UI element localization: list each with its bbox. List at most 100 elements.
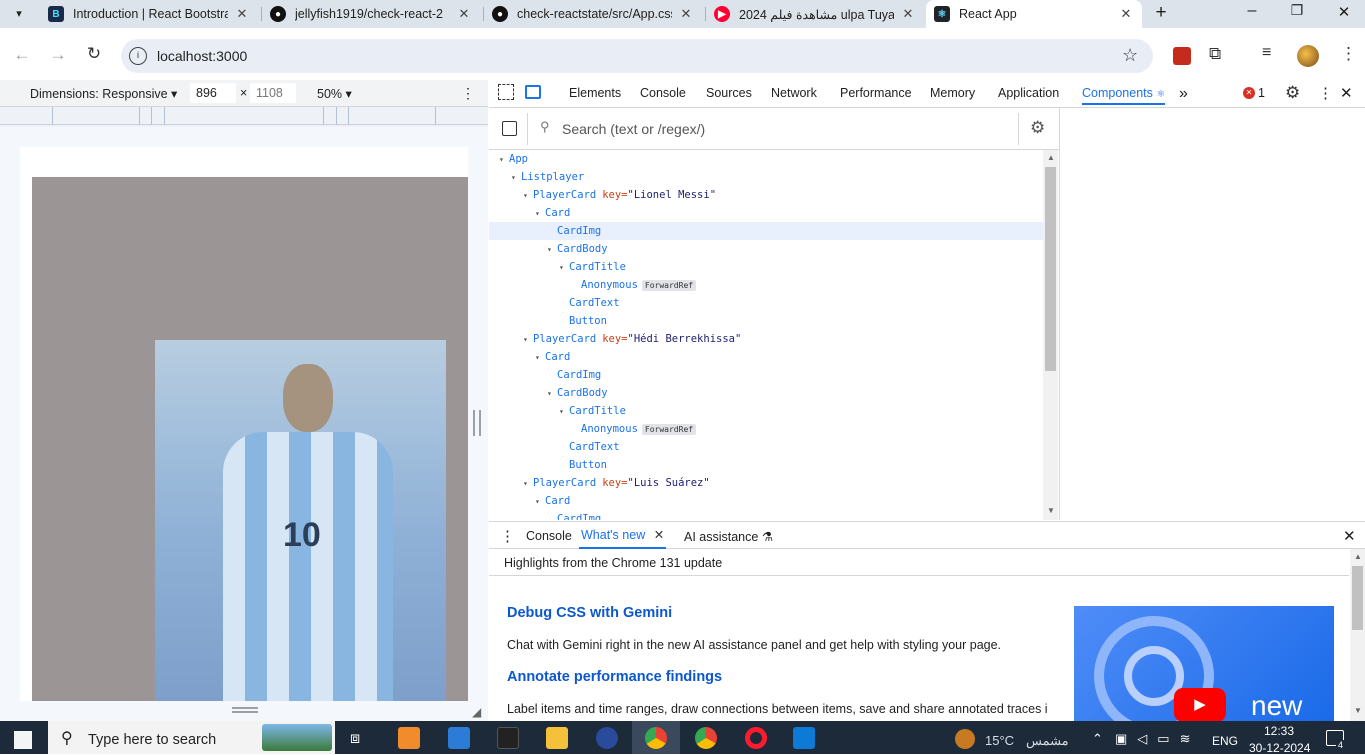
zoom-dropdown[interactable]: 50% ▾ [317,86,352,101]
tray-icons[interactable]: ▣◁▭≋ [1115,731,1200,747]
bookmark-star-icon[interactable]: ☆ [1122,45,1138,66]
address-bar[interactable]: i localhost:3000 ☆ [121,39,1153,73]
taskbar-search[interactable]: ⚲ Type here to search [48,721,335,754]
tab-components[interactable]: Components ⚛ [1082,80,1166,105]
close-icon[interactable]: ✕ [1118,6,1134,22]
task-view-icon[interactable]: ⧈ [350,730,360,748]
error-count[interactable]: 1 [1258,80,1265,107]
youtube-play-icon[interactable]: ▶ [1174,688,1226,721]
device-more-icon[interactable]: ⋮ [461,85,475,102]
tree-row[interactable]: ▾ CardBody [489,240,1043,258]
scroll-up-arrow[interactable]: ▲ [1047,153,1055,162]
scroll-down-arrow[interactable]: ▼ [1047,506,1055,515]
tree-scrollbar[interactable]: ▲ ▼ [1043,150,1058,520]
drawer-tab-console[interactable]: Console [526,529,572,543]
expand-arrow-icon[interactable]: ▾ [535,205,545,223]
store-icon[interactable] [448,727,470,749]
tab-application[interactable]: Application [998,80,1059,107]
tree-row[interactable]: ▾ Card [489,348,1043,366]
opera-icon[interactable] [745,727,767,749]
tree-row[interactable]: ▾ CardTitle [489,402,1043,420]
height-input[interactable]: 1108 [250,83,296,103]
profile-avatar[interactable] [1297,45,1319,67]
tree-row[interactable]: ▾ CardBody [489,384,1043,402]
device-toggle-icon[interactable] [525,85,541,99]
tab-github-app-css[interactable]: ● check-reactstate/src/App.css ✕ [484,0,702,28]
tree-row[interactable]: Anonymous ForwardRef [489,420,1043,438]
tab-memory[interactable]: Memory [930,80,975,107]
tab-console[interactable]: Console [640,80,686,107]
chrome-profile-icon[interactable] [695,727,717,749]
media-player-icon[interactable] [398,727,420,749]
forward-button[interactable]: → [48,45,68,65]
tree-row[interactable]: Anonymous ForwardRef [489,276,1043,294]
windows-start-icon[interactable] [14,731,32,749]
tree-row[interactable]: ▾ Listplayer [489,168,1043,186]
close-icon[interactable]: ✕ [234,6,250,22]
extensions-puzzle-icon[interactable]: ⧉ [1209,44,1221,64]
tab-youtube[interactable]: ▶ مشاهدة فيلم 2024 ulpa Tuya ✕ [706,0,924,28]
file-explorer-icon[interactable] [546,727,568,749]
tab-react-bootstrap[interactable]: B Introduction | React Bootstra ✕ [40,0,258,28]
media-controls-icon[interactable]: ≡ [1262,44,1271,62]
component-search-input[interactable]: Search (text or /regex/) [562,121,705,137]
reload-button[interactable]: ↻ [84,44,104,64]
close-icon[interactable]: ✕ [654,528,664,542]
tree-row[interactable]: CardImg [489,510,1043,520]
expand-arrow-icon[interactable]: ▾ [523,187,533,205]
back-button[interactable]: ← [12,45,32,65]
drawer-tab-ai-assistance[interactable]: AI assistance ⚗ [684,529,773,544]
devtools-menu-icon[interactable]: ⋮ [1318,84,1333,102]
tree-row[interactable]: CardImg [489,222,1043,240]
tab-search-button[interactable]: ▾ [8,4,30,24]
expand-arrow-icon[interactable]: ▾ [523,475,533,493]
viewport-resize-handle[interactable] [473,410,481,436]
tree-row[interactable]: CardImg [489,366,1043,384]
tree-row[interactable]: ▾ Card [489,492,1043,510]
settings-gear-icon[interactable]: ⚙ [1285,83,1300,103]
expand-arrow-icon[interactable]: ▾ [559,403,569,421]
tree-row[interactable]: Button [489,312,1043,330]
corner-resize-handle[interactable]: ◢ [472,705,481,719]
tab-elements[interactable]: Elements [569,80,621,107]
media-query-ruler[interactable] [0,107,488,127]
tree-row[interactable]: ▾ App [489,150,1043,168]
chrome-icon[interactable] [645,727,667,749]
whats-new-video-thumbnail[interactable]: ▶ new [1074,606,1334,721]
tree-row[interactable]: ▾ PlayerCard key="Hédi Berrekhissa" [489,330,1043,348]
tab-github-check-react[interactable]: ● jellyfish1919/check-react-2 ✕ [262,0,480,28]
dimensions-dropdown[interactable]: Dimensions: Responsive ▾ [30,86,177,101]
tab-performance[interactable]: Performance [840,80,912,107]
expand-arrow-icon[interactable]: ▾ [511,169,521,187]
drawer-menu-icon[interactable]: ⋮ [500,527,515,545]
minimize-button[interactable]: – [1242,2,1262,20]
app-icon[interactable] [497,727,519,749]
close-window-button[interactable]: ✕ [1334,3,1354,21]
tab-react-app[interactable]: ⚛ React App ✕ [926,0,1142,28]
tab-sources[interactable]: Sources [706,80,752,107]
error-icon[interactable]: ✕ [1243,87,1255,99]
expand-arrow-icon[interactable]: ▾ [547,241,557,259]
drawer-tab-whats-new[interactable]: What's new ✕ [579,522,667,549]
tree-row[interactable]: ▾ CardTitle [489,258,1043,276]
weather-temp[interactable]: 15°C [985,733,1014,748]
more-tabs-button[interactable]: » [1179,80,1188,107]
scroll-thumb[interactable] [1045,167,1056,371]
expand-arrow-icon[interactable]: ▾ [523,331,533,349]
expand-arrow-icon[interactable]: ▾ [535,493,545,511]
close-icon[interactable]: ✕ [900,6,916,22]
clock-date[interactable]: 30-12-2024 [1249,741,1310,755]
extension-icon[interactable] [1173,47,1191,65]
tree-row[interactable]: Button [489,456,1043,474]
site-info-icon[interactable]: i [129,47,147,65]
close-icon[interactable]: ✕ [456,6,472,22]
tree-row[interactable]: ▾ PlayerCard key="Luis Suárez" [489,474,1043,492]
drawer-close-icon[interactable]: ✕ [1343,527,1356,545]
whats-new-heading-2[interactable]: Annotate performance findings [507,669,722,685]
expand-arrow-icon[interactable]: ▾ [535,349,545,367]
close-icon[interactable]: ✕ [678,6,694,22]
inspect-element-icon[interactable] [498,84,514,100]
expand-arrow-icon[interactable]: ▾ [499,151,509,169]
tray-chevron-icon[interactable]: ⌃ [1092,731,1103,747]
viewport-bottom-handle[interactable] [232,707,258,713]
